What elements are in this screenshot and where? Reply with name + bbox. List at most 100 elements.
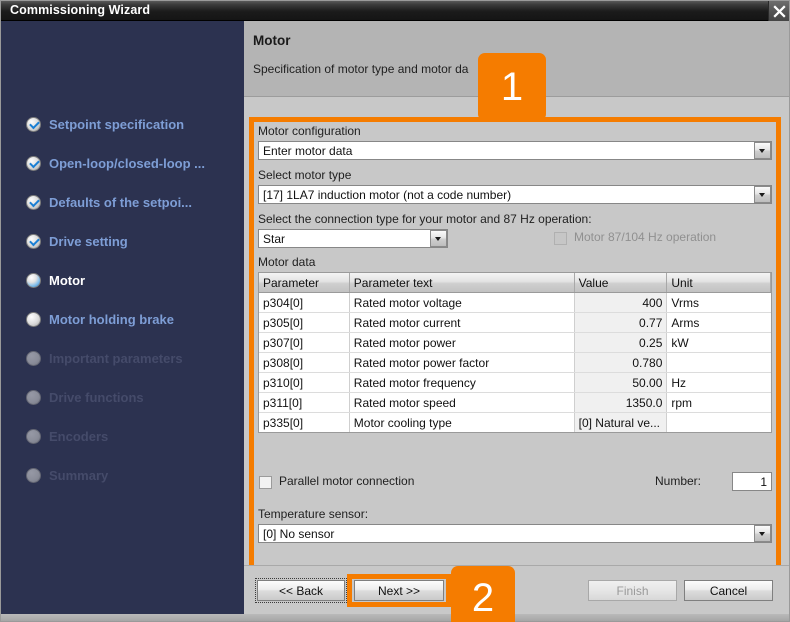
sidebar-item-label: Drive setting bbox=[49, 233, 128, 249]
cell-value[interactable]: 1350.0 bbox=[574, 393, 668, 412]
check-circle-icon bbox=[26, 155, 41, 171]
motor-data-label: Motor data bbox=[258, 255, 316, 269]
sidebar-item-label: Motor bbox=[49, 272, 86, 288]
table-row[interactable]: p304[0] Rated motor voltage 400 Vrms bbox=[259, 293, 771, 313]
window-bottom-strip bbox=[1, 614, 789, 621]
close-icon[interactable] bbox=[768, 1, 789, 22]
sidebar-item-label: Encoders bbox=[49, 428, 109, 444]
cell-parameter-text: Rated motor power bbox=[350, 333, 575, 352]
cell-unit: kW bbox=[671, 335, 689, 350]
cell-value[interactable]: 0.77 bbox=[574, 313, 668, 332]
cell-value[interactable]: 0.780 bbox=[574, 353, 668, 372]
check-circle-icon bbox=[26, 233, 41, 249]
check-circle-icon bbox=[26, 116, 41, 132]
next-button[interactable]: Next >> bbox=[354, 580, 444, 601]
motor-configuration-label: Motor configuration bbox=[258, 124, 361, 138]
current-step-circle-icon bbox=[26, 272, 41, 288]
step-circle-icon bbox=[26, 350, 41, 366]
cell-parameter-text: Rated motor voltage bbox=[350, 293, 575, 312]
sidebar-item-open-loop-closed-loop[interactable]: Open-loop/closed-loop ... bbox=[26, 153, 205, 173]
cell-unit bbox=[667, 353, 771, 372]
number-input[interactable]: 1 bbox=[732, 472, 772, 491]
window-title: Commissioning Wizard bbox=[10, 3, 151, 17]
table-row[interactable]: p307[0] Rated motor power 0.25 kW bbox=[259, 333, 771, 353]
sidebar-item-motor-holding-brake[interactable]: Motor holding brake bbox=[26, 309, 174, 329]
commissioning-wizard-window: Commissioning Wizard Setpoint specificat… bbox=[0, 0, 790, 622]
hz-operation-checkbox bbox=[554, 232, 567, 245]
page-title: Motor bbox=[253, 33, 291, 48]
table-row[interactable]: p311[0] Rated motor speed 1350.0 rpm bbox=[259, 393, 771, 413]
check-circle-icon bbox=[26, 194, 41, 210]
table-body: p304[0] Rated motor voltage 400 Vrms p30… bbox=[259, 293, 771, 432]
cell-value[interactable]: 400 bbox=[574, 293, 668, 312]
cell-value[interactable]: [0] Natural ve... bbox=[574, 413, 668, 432]
connection-type-value: Star bbox=[263, 231, 286, 246]
cell-parameter: p311[0] bbox=[259, 393, 350, 412]
parallel-motor-connection-label: Parallel motor connection bbox=[279, 474, 415, 488]
select-motor-type-select[interactable]: [17] 1LA7 induction motor (not a code nu… bbox=[258, 185, 772, 204]
cell-parameter: p335[0] bbox=[259, 413, 350, 432]
sidebar-item-defaults-of-the-setpoint[interactable]: Defaults of the setpoi... bbox=[26, 192, 192, 212]
table-row[interactable]: p335[0] Motor cooling type [0] Natural v… bbox=[259, 413, 771, 432]
sidebar-item-drive-setting[interactable]: Drive setting bbox=[26, 231, 128, 251]
back-button[interactable]: << Back bbox=[255, 578, 347, 603]
table-row[interactable]: p305[0] Rated motor current 0.77 Arms bbox=[259, 313, 771, 333]
chevron-down-icon[interactable] bbox=[754, 525, 771, 542]
chevron-down-icon[interactable] bbox=[754, 186, 771, 203]
cell-value[interactable]: 0.25 bbox=[574, 333, 668, 352]
cell-parameter-text: Rated motor power factor bbox=[350, 353, 575, 372]
cell-parameter-text: Rated motor current bbox=[350, 313, 575, 332]
title-bar: Commissioning Wizard bbox=[1, 1, 789, 22]
sidebar-item-label: Motor holding brake bbox=[49, 311, 174, 327]
wizard-steps-sidebar: Setpoint specification Open-loop/closed-… bbox=[1, 21, 244, 614]
cell-unit bbox=[667, 413, 771, 432]
sidebar-item-important-parameters: Important parameters bbox=[26, 348, 183, 368]
sidebar-item-encoders: Encoders bbox=[26, 426, 108, 446]
cell-parameter-text: Motor cooling type bbox=[350, 413, 575, 432]
sidebar-item-label: Important parameters bbox=[49, 350, 183, 366]
cell-parameter: p305[0] bbox=[259, 313, 350, 332]
temperature-sensor-value: [0] No sensor bbox=[263, 526, 335, 541]
finish-button: Finish bbox=[588, 580, 677, 601]
step-circle-icon bbox=[26, 428, 41, 444]
chevron-down-icon[interactable] bbox=[430, 230, 447, 247]
motor-settings-panel: Motor configuration Enter motor data Sel… bbox=[254, 122, 776, 569]
sidebar-item-motor[interactable]: Motor bbox=[26, 270, 85, 290]
table-row[interactable]: p308[0] Rated motor power factor 0.780 bbox=[259, 353, 771, 373]
parallel-motor-connection-checkbox[interactable] bbox=[259, 476, 272, 489]
motor-settings-highlight-frame: Motor configuration Enter motor data Sel… bbox=[249, 117, 781, 574]
wizard-footer: << Back Next >> Finish Cancel bbox=[244, 565, 789, 614]
connection-type-select[interactable]: Star bbox=[258, 229, 448, 248]
cell-unit: Arms bbox=[671, 315, 700, 330]
number-label: Number: bbox=[655, 474, 702, 488]
cancel-button[interactable]: Cancel bbox=[684, 580, 773, 601]
cell-unit: Hz bbox=[671, 375, 687, 390]
callout-badge-2: 2 bbox=[451, 566, 515, 622]
cell-parameter: p304[0] bbox=[259, 293, 350, 312]
cell-parameter: p310[0] bbox=[259, 373, 350, 392]
cell-parameter-text: Rated motor speed bbox=[350, 393, 575, 412]
cell-value[interactable]: 50.00 bbox=[574, 373, 668, 392]
sidebar-item-label: Summary bbox=[49, 467, 109, 483]
close-glyph bbox=[773, 5, 786, 18]
table-header-row: Parameter Parameter text Value Unit bbox=[259, 273, 771, 293]
motor-configuration-select[interactable]: Enter motor data bbox=[258, 141, 772, 160]
chevron-down-icon[interactable] bbox=[754, 142, 771, 159]
temperature-sensor-select[interactable]: [0] No sensor bbox=[258, 524, 772, 543]
column-header-parameter: Parameter bbox=[259, 273, 350, 292]
table-row[interactable]: p310[0] Rated motor frequency 50.00 Hz bbox=[259, 373, 771, 393]
sidebar-item-label: Open-loop/closed-loop ... bbox=[49, 155, 205, 171]
column-header-parameter-text: Parameter text bbox=[350, 273, 575, 292]
cell-unit: Vrms bbox=[671, 295, 699, 310]
sidebar-item-label: Drive functions bbox=[49, 389, 144, 405]
callout-badge-1: 1 bbox=[478, 53, 546, 121]
motor-data-table[interactable]: Parameter Parameter text Value Unit p304… bbox=[258, 272, 772, 433]
select-motor-type-label: Select motor type bbox=[258, 168, 352, 182]
temperature-sensor-label: Temperature sensor: bbox=[258, 507, 369, 521]
cell-parameter: p308[0] bbox=[259, 353, 350, 372]
step-circle-icon bbox=[26, 311, 41, 327]
sidebar-item-drive-functions: Drive functions bbox=[26, 387, 144, 407]
sidebar-item-setpoint-specification[interactable]: Setpoint specification bbox=[26, 114, 184, 134]
motor-configuration-value: Enter motor data bbox=[263, 143, 353, 158]
sidebar-item-summary: Summary bbox=[26, 465, 108, 485]
